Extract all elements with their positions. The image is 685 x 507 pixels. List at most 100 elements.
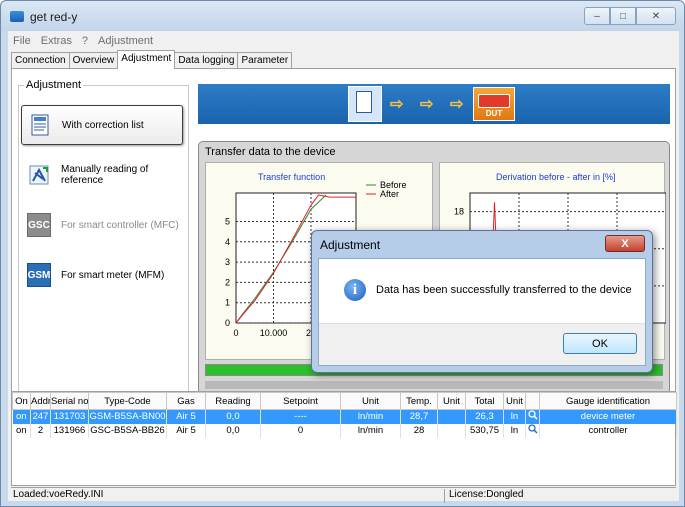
menu-extras[interactable]: Extras xyxy=(36,33,77,49)
window-title: get red-y xyxy=(30,10,78,24)
table-cell: GSM-B5SA-BN00 xyxy=(88,409,167,424)
table-row[interactable]: on 247 131703 GSM-B5SA-BN00 Air 5 0,0 ---- ln/m… xyxy=(12,409,677,424)
table-cell: ln xyxy=(503,423,526,438)
column-header[interactable]: Unit xyxy=(503,392,526,410)
device-table: OnAddr.Serial no.Type-CodeGasReadingSetp… xyxy=(12,392,677,438)
table-cell: ln/min xyxy=(340,409,401,424)
table-cell: ln xyxy=(503,409,526,424)
menu-help[interactable]: ? xyxy=(77,33,93,49)
dialog-close-button[interactable]: X xyxy=(605,235,645,252)
tab-connection[interactable]: Connection xyxy=(11,52,70,69)
adjust-item-label: Manually reading of reference xyxy=(61,164,149,186)
arrow-right-icon: ⇨ xyxy=(450,96,464,113)
table-cell: ---- xyxy=(260,409,341,424)
arrow-right-icon: ⇨ xyxy=(390,96,404,113)
chart-title: Transfer function xyxy=(258,172,326,182)
column-header[interactable]: Total xyxy=(465,392,504,410)
column-header[interactable]: Unit xyxy=(340,392,401,410)
table-cell: ln/min xyxy=(340,423,401,438)
table-cell xyxy=(437,423,466,438)
data-sheet-icon xyxy=(348,86,382,122)
dialog-title: Adjustment xyxy=(320,238,381,252)
table-body: on 247 131703 GSM-B5SA-BN00 Air 5 0,0 ---- ln/m… xyxy=(12,409,677,438)
device-grid: OnAddr.Serial no.Type-CodeGasReadingSetp… xyxy=(11,391,677,486)
column-header[interactable]: Type-Code xyxy=(88,392,167,410)
transfer-banner: ⇨ ⇨ ⇨ DUT xyxy=(198,84,670,124)
minimize-button[interactable]: – xyxy=(584,7,610,25)
table-cell: 2 xyxy=(30,423,51,438)
y-tick-label: 4 xyxy=(225,237,230,247)
adjust-smart-meter[interactable]: GSM For smart meter (MFM) xyxy=(21,255,183,295)
column-header[interactable]: Addr. xyxy=(30,392,51,410)
dialog-body: i Data has been successfully transferred… xyxy=(318,258,646,366)
window-controls: – □ ✕ xyxy=(584,7,676,25)
tab-overview[interactable]: Overview xyxy=(68,52,119,69)
column-header[interactable]: Temp. xyxy=(400,392,438,410)
document-list-icon xyxy=(28,113,52,137)
x-tick-label: 0 xyxy=(233,328,238,338)
column-header[interactable] xyxy=(525,392,540,410)
column-header[interactable]: Gas xyxy=(166,392,206,410)
table-cell: 0 xyxy=(260,423,341,438)
adjust-item-label: For smart meter (MFM) xyxy=(61,269,165,281)
table-cell: 247 xyxy=(30,409,51,424)
table-cell: 131966 xyxy=(50,423,89,438)
table-cell: GSC-B5SA-BB26 xyxy=(88,423,167,438)
column-header[interactable]: Serial no. xyxy=(50,392,89,410)
menu-file[interactable]: File xyxy=(8,33,36,49)
column-header[interactable]: On xyxy=(12,392,31,410)
column-header[interactable]: Setpoint xyxy=(260,392,341,410)
status-loaded: Loaded:voeRedy.INI xyxy=(13,489,104,500)
table-cell: 131703 xyxy=(50,409,89,424)
legend-label: After xyxy=(380,189,399,199)
ok-button[interactable]: OK xyxy=(563,333,637,354)
x-tick-label: 10.000 xyxy=(260,328,288,338)
y-tick-label: 0 xyxy=(225,318,230,328)
tab-adjustment[interactable]: Adjustment xyxy=(117,50,176,69)
arrow-right-icon: ⇨ xyxy=(420,96,434,113)
table-cell: controller xyxy=(539,423,677,438)
transfer-heading: Transfer data to the device xyxy=(205,146,336,158)
column-header[interactable]: Reading xyxy=(205,392,261,410)
y-tick-label: 3 xyxy=(225,257,230,267)
horizontal-scrollbar[interactable] xyxy=(205,381,663,389)
adjust-item-label: With correction list xyxy=(62,119,144,131)
table-cell: 28,7 xyxy=(400,409,438,424)
close-window-button[interactable]: ✕ xyxy=(636,7,676,25)
dut-icon: DUT xyxy=(473,87,515,121)
chart-title: Derivation before - after in [%] xyxy=(496,172,616,182)
table-cell: Air 5 xyxy=(166,423,206,438)
gsm-icon: GSM xyxy=(27,263,51,287)
menu-adjustment[interactable]: Adjustment xyxy=(93,33,158,49)
dialog-footer: OK xyxy=(319,323,645,365)
table-row[interactable]: on 2 131966 GSC-B5SA-BB26 Air 5 0,0 0 ln/min 28 5… xyxy=(12,423,677,438)
maximize-button[interactable]: □ xyxy=(610,7,636,25)
adjust-manual-reference[interactable]: Manually reading of reference xyxy=(21,155,183,195)
tab-data-logging[interactable]: Data logging xyxy=(174,52,239,69)
status-bar: Loaded:voeRedy.INI License:Dongled xyxy=(11,487,676,503)
table-cell: Air 5 xyxy=(166,409,206,424)
column-header[interactable]: Unit xyxy=(437,392,466,410)
info-icon: i xyxy=(344,279,366,301)
tab-parameter[interactable]: Parameter xyxy=(237,52,293,69)
gsc-icon: GSC xyxy=(27,213,51,237)
adjust-with-correction-list[interactable]: With correction list xyxy=(21,105,183,145)
table-cell: 0,0 xyxy=(205,423,261,438)
adjustment-group-label: Adjustment xyxy=(24,79,84,91)
column-header[interactable]: Gauge identification xyxy=(539,392,677,410)
app-icon xyxy=(10,11,24,22)
menu-bar: File Extras ? Adjustment xyxy=(8,33,158,49)
adjust-item-label: For smart controller (MFC) xyxy=(61,219,179,231)
table-cell: 0,0 xyxy=(205,409,261,424)
dialog-message: Data has been successfully transferred t… xyxy=(376,284,632,296)
zoom-icon xyxy=(525,423,540,438)
status-license: License:Dongled xyxy=(444,489,524,503)
title-bar[interactable]: get red-y – □ ✕ xyxy=(1,1,684,31)
adjust-smart-controller[interactable]: GSC For smart controller (MFC) xyxy=(21,205,183,245)
y-tick-label: 1 xyxy=(225,298,230,308)
table-cell xyxy=(437,409,466,424)
table-cell: 26,3 xyxy=(465,409,504,424)
manual-adjust-icon xyxy=(27,163,51,187)
y-tick-label: 18 xyxy=(454,207,464,217)
table-cell: 530,75 xyxy=(465,423,504,438)
